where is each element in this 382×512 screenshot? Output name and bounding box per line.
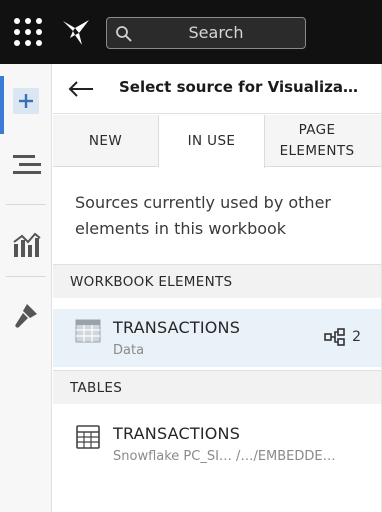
section-heading-workbook-elements: WORKBOOK ELEMENTS	[53, 264, 381, 298]
usage-count-value: 2	[352, 329, 361, 345]
table-element-icon	[75, 319, 101, 343]
table-icon	[76, 425, 100, 449]
rail-item-layers[interactable]	[0, 136, 52, 192]
rail-divider	[6, 276, 46, 277]
usage-count: 2	[324, 327, 361, 347]
search-box[interactable]: Search	[106, 17, 306, 49]
tab-page-elements[interactable]: PAGE ELEMENTS	[265, 115, 369, 167]
back-arrow-icon[interactable]	[67, 77, 95, 101]
list-item-workbook-element[interactable]: TRANSACTIONS Data 2	[53, 309, 381, 367]
workbook-element-name: TRANSACTIONS	[113, 318, 241, 337]
workbook-element-type: Data	[113, 343, 145, 358]
top-bar: Search	[0, 0, 382, 64]
search-label: Search	[188, 23, 244, 42]
lineage-icon	[324, 328, 345, 346]
brush-icon	[15, 304, 37, 328]
panel-header: Select source for Visualization	[53, 64, 381, 114]
layers-icon	[13, 155, 41, 174]
plus-icon	[13, 88, 39, 114]
rail-divider	[6, 204, 46, 205]
rail-item-format[interactable]	[0, 286, 52, 342]
tab-new[interactable]: NEW	[53, 115, 159, 167]
app-logo-icon[interactable]	[60, 16, 92, 48]
left-rail	[0, 64, 52, 512]
source-tabs: NEW IN USE PAGE ELEMENTS	[53, 115, 381, 168]
chart-icon	[13, 232, 41, 257]
rail-item-add[interactable]	[0, 72, 52, 134]
tab-in-use[interactable]: IN USE	[159, 115, 265, 168]
apps-grid-icon[interactable]	[12, 16, 44, 48]
table-path: Snowflake PC_SI… /…/EMBEDDE…	[113, 449, 336, 464]
panel-title: Select source for Visualization	[119, 78, 359, 96]
in-use-description: Sources currently used by other elements…	[75, 193, 331, 238]
tab-page-elements-label: PAGE ELEMENTS	[279, 122, 355, 159]
list-item-table[interactable]: TRANSACTIONS Snowflake PC_SI… /…/EMBEDDE…	[53, 415, 381, 473]
rail-item-chart[interactable]	[0, 214, 52, 270]
table-name: TRANSACTIONS	[113, 424, 241, 443]
source-panel: Select source for Visualization NEW IN U…	[53, 64, 382, 512]
section-heading-tables: TABLES	[53, 370, 381, 404]
